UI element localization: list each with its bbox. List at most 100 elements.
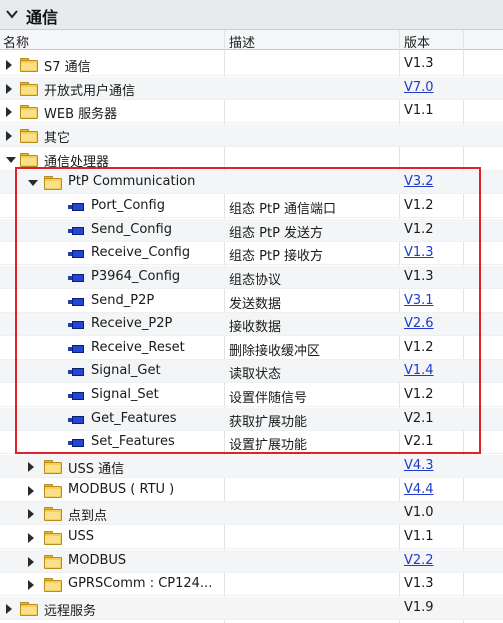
function-block-icon (68, 226, 84, 235)
version-link[interactable]: V2.6 (404, 316, 434, 331)
row-version: V2.1 (404, 410, 434, 426)
column-name-header[interactable]: 名称 (3, 32, 29, 51)
tree-row[interactable]: 其它 (0, 123, 503, 147)
column-header: 名称 描述 版本 (0, 30, 503, 51)
tree-row[interactable]: MODBUS ( RTU ) V4.4 (0, 479, 503, 502)
function-block-icon (68, 321, 84, 330)
version-link[interactable]: V3.2 (404, 174, 434, 189)
row-description: 组态 PtP 通信端口 (229, 201, 337, 217)
row-name: WEB 服务器 (44, 107, 118, 123)
folder-icon (20, 152, 38, 167)
row-name: Send_P2P (91, 292, 155, 308)
collapsed-triangle-icon[interactable] (28, 509, 34, 520)
version-link[interactable]: V7.0 (404, 80, 434, 95)
tree-row[interactable]: GPRSComm : CP124... V1.3 (0, 573, 503, 597)
tree-row[interactable]: USS 通信 V4.3 (0, 455, 503, 479)
row-name: Port_Config (91, 197, 165, 213)
row-name: MODBUS (68, 552, 127, 568)
row-description: 删除接收缓冲区 (229, 343, 321, 359)
tree-row[interactable]: Port_Config 组态 PtP 通信端口 V1.2 (0, 195, 503, 218)
tree-row[interactable]: Receive_P2P 接收数据 V2.6 (0, 313, 503, 337)
collapsed-triangle-icon[interactable] (6, 130, 12, 141)
function-block-icon (68, 368, 84, 377)
row-description: 组态 PtP 发送方 (229, 225, 324, 241)
tree-row[interactable]: USS V1.1 (0, 526, 503, 549)
row-description: 接收数据 (229, 320, 282, 336)
folder-icon (44, 460, 62, 475)
tree-row[interactable]: P3964_Config 组态协议 V1.3 (0, 265, 503, 289)
tree-row[interactable]: WEB 服务器 V1.1 (0, 100, 503, 124)
row-version: V1.1 (404, 529, 434, 544)
version-link[interactable]: V1.4 (404, 363, 434, 378)
collapsed-triangle-icon[interactable] (28, 556, 34, 567)
version-link[interactable]: V4.4 (404, 482, 434, 497)
function-block-icon (68, 297, 84, 306)
collapsed-triangle-icon[interactable] (28, 533, 34, 543)
row-name: 远程服务 (44, 603, 97, 619)
folder-icon (20, 58, 38, 72)
collapsed-triangle-icon[interactable] (6, 83, 12, 94)
row-name: Get_Features (91, 410, 177, 426)
row-name: Signal_Set (91, 387, 159, 403)
column-desc-header[interactable]: 描述 (229, 32, 255, 51)
version-link[interactable]: V4.3 (404, 458, 434, 473)
tree-row[interactable]: PtP Communication V3.2 (0, 171, 503, 195)
function-block-icon (68, 273, 84, 282)
row-description: 读取状态 (229, 367, 282, 383)
row-version: V1.2 (404, 221, 434, 237)
collapsed-triangle-icon[interactable] (6, 60, 12, 70)
collapsed-triangle-icon[interactable] (28, 485, 34, 496)
tree-row[interactable]: Get_Features 获取扩展功能 V2.1 (0, 407, 503, 431)
panel-title: 通信 (26, 8, 59, 27)
tree-row[interactable]: Signal_Get 读取状态 V1.4 (0, 360, 503, 384)
version-link[interactable]: V2.2 (404, 553, 434, 568)
version-link[interactable]: V3.1 (404, 293, 434, 308)
row-name: Signal_Get (91, 363, 161, 379)
row-name: MODBUS ( RTU ) (68, 481, 175, 497)
tree-row[interactable]: Send_Config 组态 PtP 发送方 V1.2 (0, 218, 503, 242)
folder-icon (20, 105, 38, 120)
folder-icon (44, 483, 62, 498)
column-version-header[interactable]: 版本 (404, 32, 430, 51)
row-name: Send_Config (91, 221, 172, 237)
tree-row[interactable]: 点到点 V1.0 (0, 502, 503, 526)
tree-row[interactable]: 开放式用户通信 V7.0 (0, 76, 503, 100)
function-block-icon (68, 344, 84, 353)
version-link[interactable]: V1.3 (404, 245, 434, 260)
row-version: V2.1 (404, 434, 434, 450)
collapsed-triangle-icon[interactable] (6, 107, 12, 118)
folder-icon (44, 554, 62, 569)
row-version: V1.3 (404, 576, 434, 592)
tree-row[interactable]: Receive_Config 组态 PtP 接收方 V1.3 (0, 242, 503, 266)
tree-row[interactable]: S7 通信 V1.3 (0, 53, 503, 76)
expanded-triangle-icon[interactable] (6, 156, 16, 163)
tree-row[interactable]: Signal_Set 设置伴随信号 V1.2 (0, 384, 503, 408)
row-version: V1.2 (404, 197, 434, 213)
folder-icon (44, 176, 62, 191)
tree-row[interactable]: 通信处理器 (0, 148, 503, 171)
row-version: V1.0 (404, 505, 434, 521)
tree-row[interactable]: MODBUS V2.2 (0, 549, 503, 573)
collapsed-triangle-icon[interactable] (28, 580, 34, 591)
row-description: 设置扩展功能 (229, 438, 308, 454)
tree-row[interactable]: 远程服务 V1.9 (0, 596, 503, 620)
folder-icon (44, 507, 62, 522)
row-version: V1.3 (404, 268, 434, 284)
row-version: V1.1 (404, 103, 434, 119)
tree-row[interactable]: Send_P2P 发送数据 V3.1 (0, 290, 503, 313)
folder-icon (20, 601, 38, 616)
tree-row[interactable]: Set_Features 设置扩展功能 V2.1 (0, 431, 503, 455)
row-name: GPRSComm : CP124... (68, 576, 213, 592)
function-block-icon (68, 439, 84, 448)
panel-header[interactable]: 通信 (0, 0, 503, 30)
row-name: PtP Communication (68, 174, 196, 190)
collapsed-triangle-icon[interactable] (28, 462, 34, 473)
row-description: 设置伴随信号 (229, 391, 308, 407)
expanded-triangle-icon[interactable] (28, 180, 38, 187)
tree-row[interactable]: Receive_Reset 删除接收缓冲区 V1.2 (0, 337, 503, 360)
collapsed-triangle-icon[interactable] (6, 603, 12, 614)
chevron-down-icon[interactable] (6, 8, 18, 20)
folder-icon (20, 81, 38, 96)
row-name: 点到点 (68, 509, 108, 525)
row-description: 组态 PtP 接收方 (229, 249, 324, 265)
